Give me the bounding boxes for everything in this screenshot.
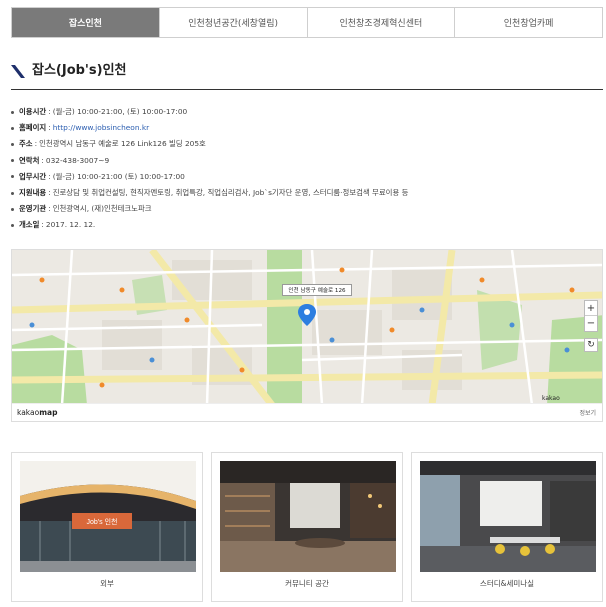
bullet-icon [11,142,14,146]
tab-startup-cafe[interactable]: 인천창업카페 [454,8,602,37]
community-photo [220,461,396,572]
info-label: 운영기관 [19,204,47,214]
info-label: 업무시간 [19,171,47,181]
info-label: 지원내용 [19,187,47,197]
info-value: (월-금) 10:00-21:00, (토) 10:00-17:00 [52,107,188,116]
photo-card-community: 커뮤니티 공간 [211,452,403,602]
facility-info-list: 이용시간: (월-금) 10:00-21:00, (토) 10:00-17:00 … [11,104,601,234]
info-contact: 연락처:032-438-3007~9 [11,153,601,169]
map-scale-label: kakao [542,395,560,402]
card-caption: 커뮤니티 공간 [285,579,329,588]
info-support: 지원내용: 진로상담 및 취업컨설팅, 현직자멘토링, 취업특강, 직업심리검사,… [11,185,601,201]
info-label: 홈페이지 [19,123,47,133]
info-value: 인천광역시 남동구 예술로 126 Link126 빌딩 205호 [39,139,206,149]
study-room-photo [420,461,596,572]
bullet-icon [11,126,14,130]
bullet-icon [11,223,14,227]
bullet-icon [11,207,14,211]
tab-youth-space[interactable]: 인천청년공간(세창열림) [158,8,307,37]
exterior-photo: Job's 인천 [20,461,196,572]
info-value: (월-금) 10:00-21:00 (토) 10:00-17:00 [52,171,185,181]
bullet-icon [11,110,14,114]
map-zoom-control: + − [584,300,598,332]
info-opening-date: 개소일:2017. 12. 12. [11,217,601,233]
info-operator: 운영기관: 인천광역시, (재)인천테크노파크 [11,201,601,217]
card-caption: 스터디&세미나실 [479,579,535,588]
info-label: 이용시간 [19,107,47,116]
info-address: 주소: 인천광역시 남동구 예술로 126 Link126 빌딩 205호 [11,136,601,152]
bullet-icon [11,175,14,179]
tab-jobs-incheon[interactable]: 잡스인천 [12,8,159,37]
info-label: 주소 [19,139,33,149]
tab-creative-economy-center[interactable]: 인천창조경제혁신센터 [306,8,455,37]
map-canvas[interactable] [12,250,603,405]
map-address-popup: 인천 남동구 예술로 126 [282,284,352,296]
photo-gallery: Job's 인천 외부 커뮤니티 공간 스터디&세미나실 [11,452,603,602]
homepage-link[interactable]: http://www.jobsincheon.kr [53,120,149,136]
card-caption: 외부 [100,579,114,588]
info-value: 2017. 12. 12. [45,220,96,230]
kakao-map-logo[interactable]: kakaomap [17,408,57,417]
info-business-hours: 업무시간: (월-금) 10:00-21:00 (토) 10:00-17:00 [11,169,601,185]
info-value: 진로상담 및 취업컨설팅, 현직자멘토링, 취업특강, 직업심리검사, Job`… [52,187,409,197]
photo-card-study-room: 스터디&세미나실 [411,452,603,602]
bullet-icon [11,191,14,195]
facility-tabs: 잡스인천 인천청년공간(세창열림) 인천창조경제혁신센터 인천창업카페 [11,7,603,38]
zoom-in-button[interactable]: + [585,301,597,316]
info-homepage: 홈페이지: http://www.jobsincheon.kr [11,120,601,136]
bullet-icon [11,159,14,163]
info-value: 032-438-3007~9 [45,155,110,165]
location-map[interactable]: 인천 남동구 예술로 126 + − ↻ kakao kakaomap 정보기 [11,249,603,422]
info-hours: 이용시간: (월-금) 10:00-21:00, (토) 10:00-17:00 [11,104,601,120]
map-refresh-button[interactable]: ↻ [584,338,598,352]
section-heading: 잡스(Job's)인천 [11,62,603,90]
map-footer: kakaomap 정보기 [12,403,602,421]
page-title: 잡스(Job's)인천 [32,63,127,78]
map-info-link[interactable]: 정보기 [579,408,596,417]
zoom-out-button[interactable]: − [585,316,597,331]
info-label: 연락처 [19,155,40,165]
photo-card-exterior: Job's 인천 외부 [11,452,203,602]
info-value: 인천광역시, (재)인천테크노파크 [52,204,152,214]
slash-mark-icon [11,65,25,78]
svg-text:Job's 인천: Job's 인천 [87,517,118,526]
info-label: 개소일 [19,220,40,230]
